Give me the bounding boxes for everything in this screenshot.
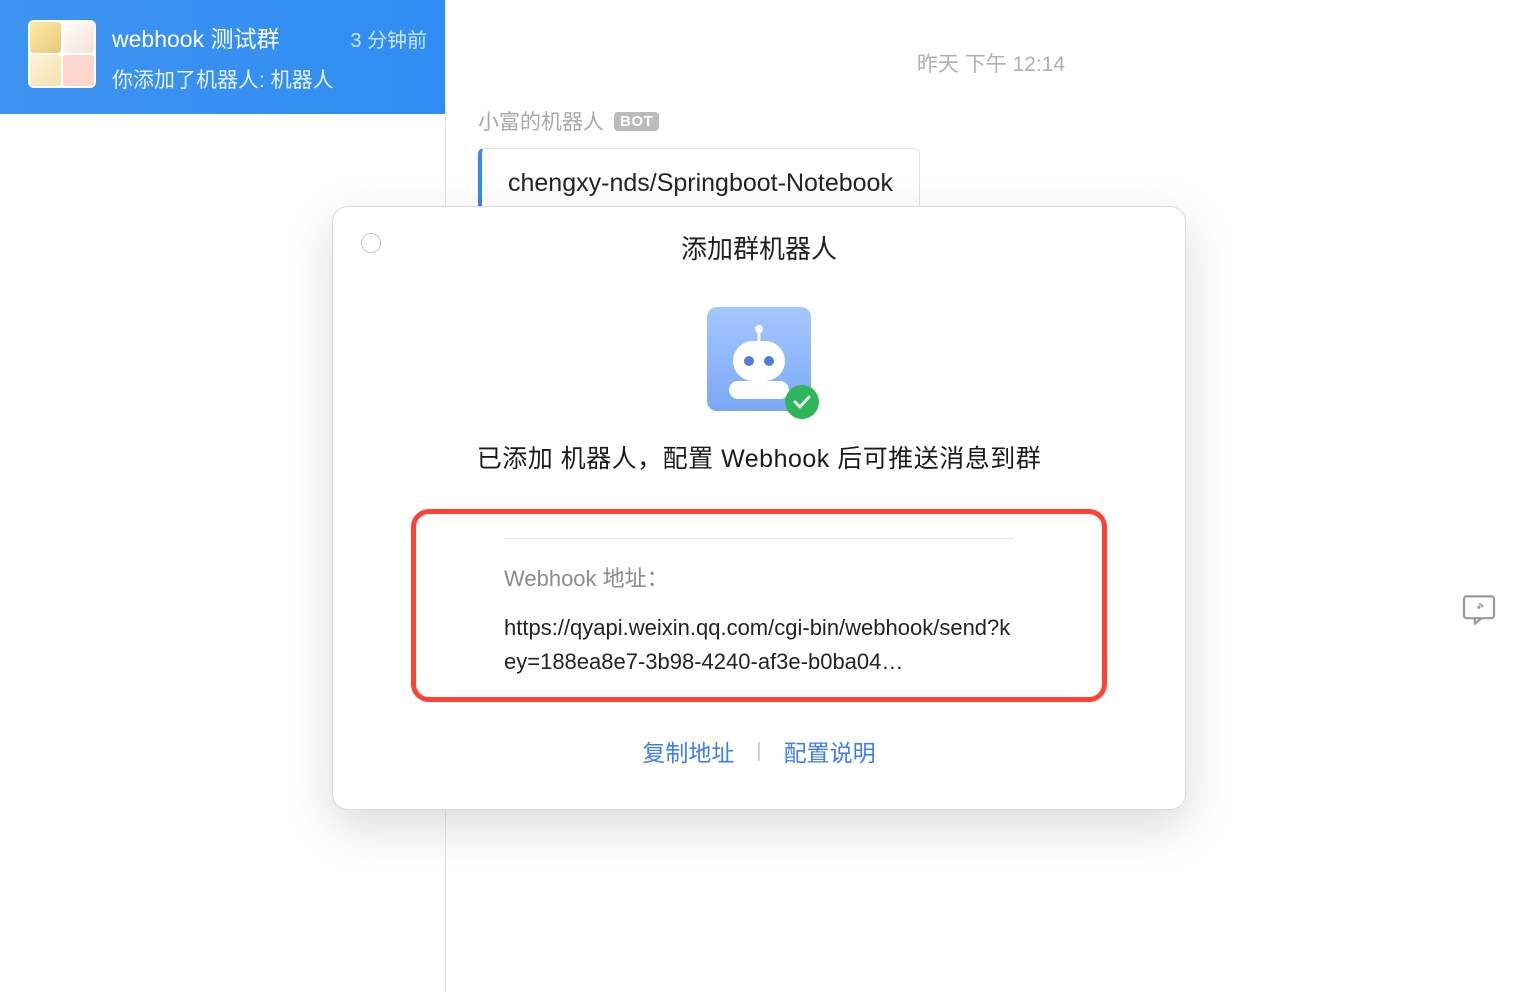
bot-badge: BOT: [614, 112, 659, 131]
chat-item-body: webhook 测试群 3 分钟前 你添加了机器人: 机器人: [112, 20, 427, 94]
avatar-cell: [30, 55, 61, 86]
chat-item-header: webhook 测试群 3 分钟前: [112, 20, 427, 54]
robot-avatar-container: [707, 307, 811, 411]
check-icon: [785, 385, 819, 419]
webhook-url[interactable]: https://qyapi.weixin.qq.com/cgi-bin/webh…: [504, 611, 1014, 679]
message-sender-row: 小富的机器人 BOT: [478, 106, 1536, 136]
modal-header: 添加群机器人: [361, 227, 1157, 267]
modal-actions: 复制地址 | 配置说明: [361, 734, 1157, 768]
close-icon[interactable]: [361, 233, 381, 253]
avatar-cell: [63, 55, 94, 86]
group-avatar: [28, 20, 96, 88]
modal-description: 已添加 机器人，配置 Webhook 后可推送消息到群: [361, 439, 1157, 475]
avatar-cell: [30, 22, 61, 53]
add-robot-modal: 添加群机器人 已添加 机器人，配置 Webhook 后可推送消息到群 Webho…: [332, 206, 1186, 810]
webhook-label: Webhook 地址：: [504, 561, 1014, 593]
webhook-section: Webhook 地址： https://qyapi.weixin.qq.com/…: [504, 538, 1014, 679]
chat-time: 3 分钟前: [350, 24, 427, 53]
message-content: chengxy-nds/Springboot-Notebook: [508, 169, 893, 197]
chat-title: webhook 测试群: [112, 20, 279, 54]
action-separator: |: [756, 740, 761, 763]
chat-list-item-active[interactable]: webhook 测试群 3 分钟前 你添加了机器人: 机器人: [0, 0, 445, 114]
message-block: 小富的机器人 BOT chengxy-nds/Springboot-Notebo…: [446, 106, 1536, 219]
chat-preview: 你添加了机器人: 机器人: [112, 64, 427, 94]
copy-url-button[interactable]: 复制地址: [642, 734, 734, 768]
avatar-cell: [63, 22, 94, 53]
message-timestamp: 昨天 下午 12:14: [446, 48, 1536, 78]
webhook-highlight-box: Webhook 地址： https://qyapi.weixin.qq.com/…: [411, 509, 1107, 702]
comment-icon[interactable]: [1462, 595, 1496, 625]
modal-title: 添加群机器人: [681, 229, 837, 266]
sender-name: 小富的机器人: [478, 106, 604, 136]
config-guide-button[interactable]: 配置说明: [784, 734, 876, 768]
